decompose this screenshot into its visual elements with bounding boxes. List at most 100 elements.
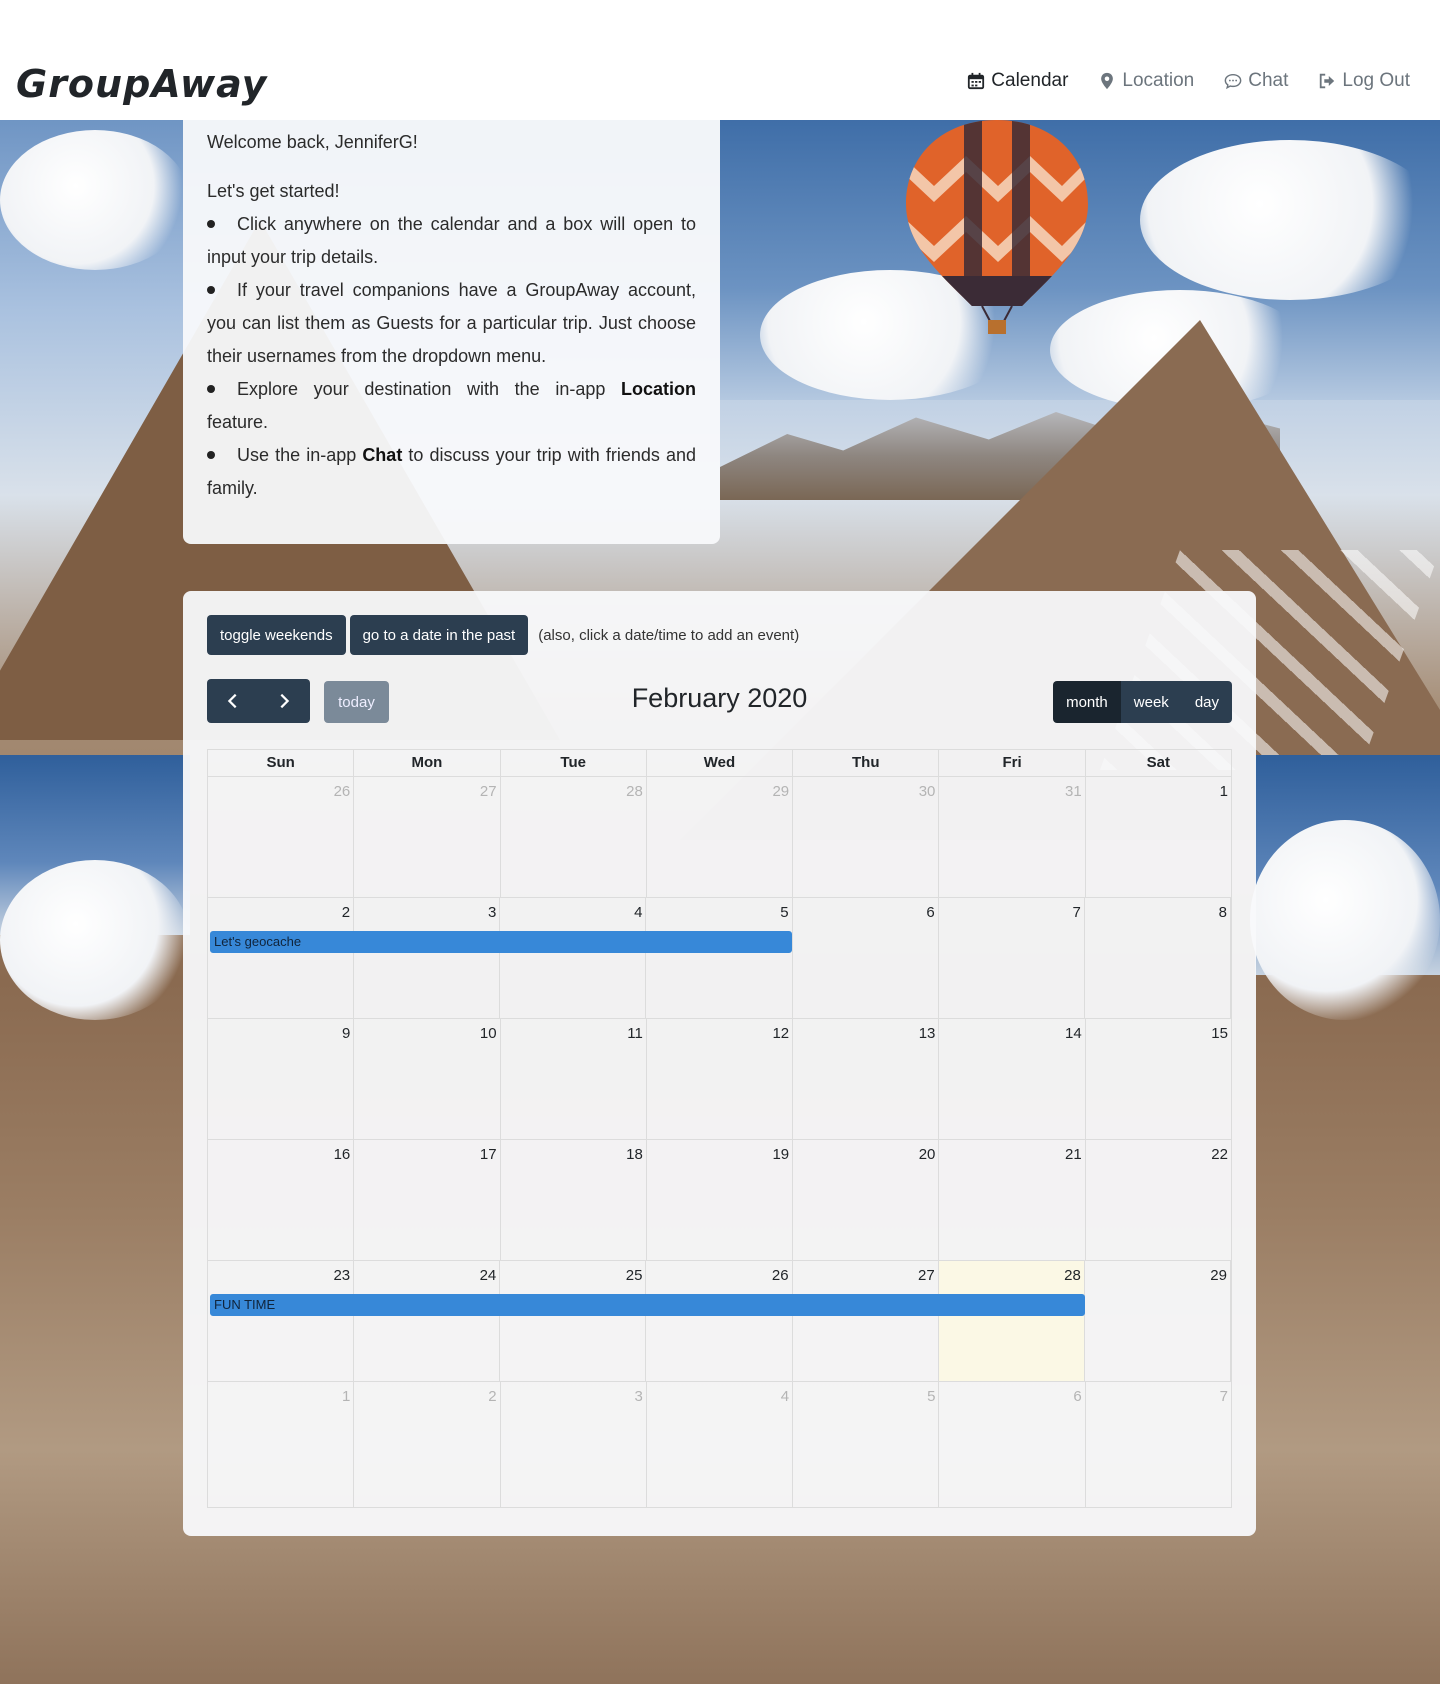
- day-number[interactable]: 2: [342, 904, 350, 921]
- calendar-day-cell[interactable]: 21: [939, 1140, 1086, 1260]
- calendar-day-cell[interactable]: 7: [939, 898, 1085, 1018]
- calendar-day-cell[interactable]: 22: [1086, 1140, 1231, 1260]
- calendar-day-cell[interactable]: 5: [646, 898, 793, 1018]
- calendar-day-cell[interactable]: 10: [354, 1019, 501, 1139]
- weekday-label: Mon: [354, 750, 501, 776]
- calendar-day-cell[interactable]: 27: [793, 1261, 939, 1381]
- nav-logout[interactable]: Log Out: [1318, 70, 1410, 92]
- calendar-day-cell[interactable]: 1: [1086, 777, 1231, 897]
- calendar-day-cell[interactable]: 15: [1086, 1019, 1231, 1139]
- calendar-day-cell[interactable]: 12: [647, 1019, 794, 1139]
- calendar-day-cell[interactable]: 31: [939, 777, 1086, 897]
- day-number[interactable]: 9: [342, 1025, 350, 1042]
- calendar-day-cell[interactable]: 2: [354, 1382, 501, 1507]
- day-number[interactable]: 6: [926, 904, 934, 921]
- day-number[interactable]: 28: [626, 783, 643, 800]
- chat-bubble-icon: [1224, 73, 1242, 90]
- nav-chat[interactable]: Chat: [1224, 70, 1288, 92]
- calendar-day-cell[interactable]: 26: [646, 1261, 793, 1381]
- day-number[interactable]: 4: [634, 904, 642, 921]
- day-number[interactable]: 24: [480, 1267, 497, 1284]
- day-number[interactable]: 14: [1065, 1025, 1082, 1042]
- calendar-day-cell[interactable]: 16: [208, 1140, 355, 1260]
- calendar-day-cell[interactable]: 13: [793, 1019, 940, 1139]
- day-number[interactable]: 30: [919, 783, 936, 800]
- calendar-day-cell[interactable]: 28: [501, 777, 647, 897]
- day-number[interactable]: 27: [480, 783, 497, 800]
- day-number[interactable]: 12: [772, 1025, 789, 1042]
- day-number[interactable]: 13: [919, 1025, 936, 1042]
- calendar-day-cell[interactable]: 26: [208, 777, 355, 897]
- calendar-day-cell[interactable]: 4: [647, 1382, 794, 1507]
- calendar-day-cell[interactable]: 11: [501, 1019, 647, 1139]
- day-number[interactable]: 29: [1210, 1267, 1227, 1284]
- nav-calendar[interactable]: Calendar: [967, 70, 1068, 92]
- toggle-weekends-button[interactable]: toggle weekends: [207, 615, 346, 655]
- go-to-past-date-button[interactable]: go to a date in the past: [349, 615, 529, 655]
- day-number[interactable]: 17: [480, 1146, 497, 1163]
- calendar-day-cell[interactable]: 7: [1086, 1382, 1231, 1507]
- day-number[interactable]: 28: [1064, 1267, 1081, 1284]
- calendar-day-today[interactable]: 28: [938, 1261, 1085, 1381]
- day-number[interactable]: 11: [627, 1025, 643, 1042]
- day-number[interactable]: 22: [1211, 1146, 1228, 1163]
- day-number[interactable]: 6: [1073, 1388, 1081, 1405]
- calendar-day-cell[interactable]: 24: [354, 1261, 501, 1381]
- day-number[interactable]: 3: [488, 904, 496, 921]
- calendar-day-cell[interactable]: 6: [793, 898, 939, 1018]
- day-number[interactable]: 4: [781, 1388, 789, 1405]
- calendar-day-cell[interactable]: 30: [793, 777, 940, 897]
- day-number[interactable]: 10: [480, 1025, 497, 1042]
- day-number[interactable]: 31: [1065, 783, 1082, 800]
- calendar-day-cell[interactable]: 23: [208, 1261, 355, 1381]
- calendar-event[interactable]: FUN TIME: [210, 1294, 1085, 1316]
- calendar-day-cell[interactable]: 2: [208, 898, 355, 1018]
- calendar-day-cell[interactable]: 6: [939, 1382, 1086, 1507]
- calendar-day-cell[interactable]: 3: [354, 898, 501, 1018]
- calendar-day-cell[interactable]: 17: [354, 1140, 501, 1260]
- calendar-event[interactable]: Let's geocache: [210, 931, 792, 953]
- view-day-button[interactable]: day: [1181, 681, 1232, 723]
- day-number[interactable]: 19: [772, 1146, 789, 1163]
- view-switcher: month week day: [1053, 681, 1232, 723]
- day-number[interactable]: 26: [772, 1267, 789, 1284]
- view-week-button[interactable]: week: [1120, 681, 1182, 723]
- day-number[interactable]: 8: [1219, 904, 1227, 921]
- calendar-day-cell[interactable]: 14: [939, 1019, 1086, 1139]
- day-number[interactable]: 7: [1220, 1388, 1228, 1405]
- calendar-day-cell[interactable]: 19: [647, 1140, 794, 1260]
- day-number[interactable]: 23: [333, 1267, 350, 1284]
- brand-logo[interactable]: GroupAway: [16, 62, 267, 106]
- calendar-day-cell[interactable]: 29: [1085, 1261, 1231, 1381]
- day-number[interactable]: 5: [927, 1388, 935, 1405]
- calendar-day-cell[interactable]: 1: [208, 1382, 355, 1507]
- calendar-day-cell[interactable]: 4: [500, 898, 647, 1018]
- day-number[interactable]: 1: [1220, 783, 1228, 800]
- calendar-day-cell[interactable]: 29: [647, 777, 794, 897]
- calendar-day-cell[interactable]: 20: [793, 1140, 940, 1260]
- day-number[interactable]: 25: [626, 1267, 643, 1284]
- day-number[interactable]: 21: [1065, 1146, 1082, 1163]
- day-number[interactable]: 1: [342, 1388, 350, 1405]
- day-number[interactable]: 26: [334, 783, 351, 800]
- day-number[interactable]: 27: [918, 1267, 935, 1284]
- calendar-day-cell[interactable]: 3: [501, 1382, 647, 1507]
- day-number[interactable]: 18: [626, 1146, 643, 1163]
- calendar-day-cell[interactable]: 18: [501, 1140, 647, 1260]
- calendar-day-cell[interactable]: 9: [208, 1019, 355, 1139]
- day-number[interactable]: 7: [1073, 904, 1081, 921]
- calendar-day-cell[interactable]: 5: [793, 1382, 940, 1507]
- nav-location[interactable]: Location: [1098, 70, 1194, 92]
- day-number[interactable]: 2: [488, 1388, 496, 1405]
- day-number[interactable]: 5: [780, 904, 788, 921]
- calendar-day-cell[interactable]: 27: [354, 777, 501, 897]
- day-number[interactable]: 20: [919, 1146, 936, 1163]
- day-number[interactable]: 29: [772, 783, 789, 800]
- calendar-day-cell[interactable]: 8: [1085, 898, 1231, 1018]
- calendar-day-cell[interactable]: 25: [500, 1261, 647, 1381]
- calendar-week-row: 2 3 4 5 6 7 8 Let's geocache: [208, 898, 1231, 1019]
- view-month-button[interactable]: month: [1053, 681, 1121, 723]
- day-number[interactable]: 16: [334, 1146, 351, 1163]
- day-number[interactable]: 15: [1211, 1025, 1228, 1042]
- day-number[interactable]: 3: [635, 1388, 643, 1405]
